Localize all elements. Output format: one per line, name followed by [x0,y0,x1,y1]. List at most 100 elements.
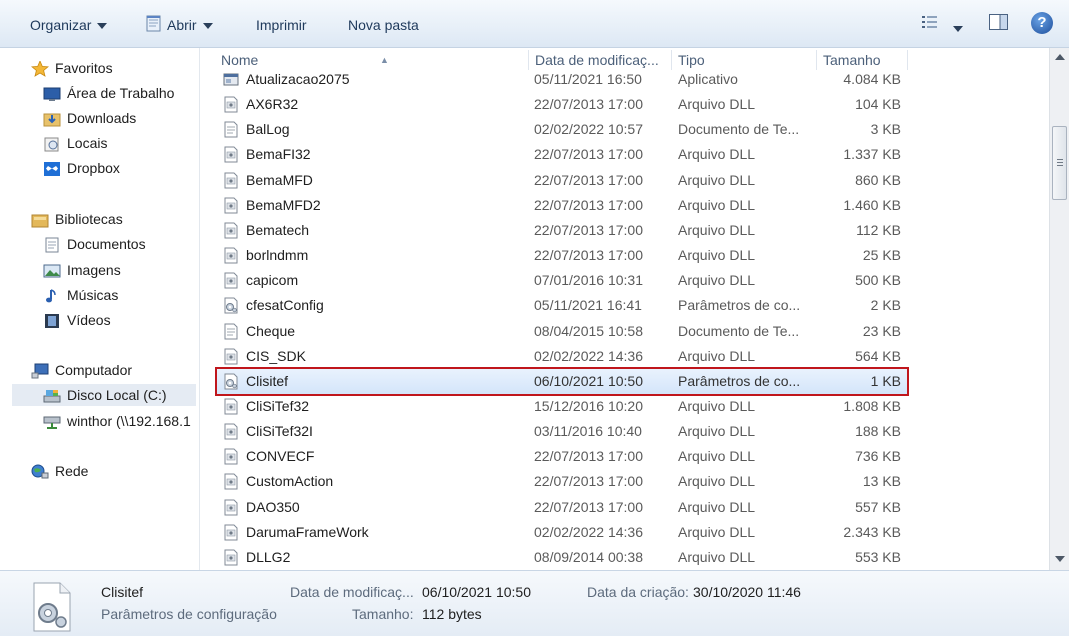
preview-pane-button[interactable] [988,12,1010,35]
file-type: Documento de Te... [678,121,800,137]
nav-item-label: Downloads [67,110,137,126]
details-modified-value: 06/10/2021 10:50 [422,584,531,600]
file-name: Cheque [246,323,296,339]
chevron-down-icon [97,23,108,30]
help-glyph: ? [1037,14,1047,31]
file-size: 557 KB [855,499,901,515]
file-row-selected[interactable]: Clisitef 06/10/2021 10:50 Parâmetros de co… [215,367,909,396]
nav-item-music[interactable]: Músicas [43,284,118,306]
nav-item-images[interactable]: Imagens [43,259,121,281]
file-name: capicom [246,272,299,288]
file-row[interactable]: Bematech 22/07/2013 17:00 Arquivo DLL 112 K… [217,218,907,243]
images-icon [43,263,61,279]
file-row[interactable]: Cheque 08/04/2015 10:58 Documento de Te...… [217,319,907,344]
nav-item-label: winthor (\\192.168.1 [67,413,191,429]
config-icon [223,373,239,390]
file-modified: 08/04/2015 10:58 [534,323,643,339]
nav-item-downloads[interactable]: Downloads [43,107,136,129]
details-created-label: Data da criação: [587,584,689,600]
vertical-scrollbar[interactable] [1049,48,1069,570]
file-type: Arquivo DLL [678,423,756,439]
file-modified: 22/07/2013 17:00 [534,448,643,464]
nav-item-label: Locais [67,135,108,151]
nav-network[interactable]: Rede [31,460,88,482]
text-icon [223,323,239,340]
scroll-up-arrow-icon[interactable] [1055,54,1065,60]
help-icon[interactable]: ? [1031,12,1053,34]
grip-line [1057,162,1063,163]
downloads-folder-icon [43,111,61,127]
view-dropdown-button[interactable] [953,20,963,35]
nav-item-local-disk[interactable]: Disco Local (C:) [12,384,196,406]
dll-icon [223,524,239,541]
nav-item-dropbox[interactable]: Dropbox [43,157,120,179]
column-divider[interactable] [907,50,908,70]
nav-favorites[interactable]: Favoritos [31,57,113,79]
nav-item-recent-places[interactable]: Locais [43,132,107,154]
file-size: 3 KB [870,121,901,137]
file-row[interactable]: DarumaFrameWork 02/02/2022 14:36 Arquivo D… [217,520,907,545]
file-size: 23 KB [862,323,901,339]
file-modified: 07/01/2016 10:31 [534,272,643,288]
file-name: Clisitef [246,373,289,389]
organize-label: Organizar [30,17,92,33]
dll-icon [223,172,239,189]
file-type: Arquivo DLL [678,172,756,188]
file-row[interactable]: DLLG2 08/09/2014 00:38 Arquivo DLL 553 KB [217,545,907,570]
nav-item-documents[interactable]: Documentos [43,233,146,255]
file-name: BemaMFD2 [246,197,321,213]
file-type: Arquivo DLL [678,222,756,238]
column-header-label: Data de modificaç... [535,52,659,68]
new-folder-button[interactable]: Nova pasta [348,14,419,36]
open-label: Abrir [167,17,197,33]
open-button[interactable]: Abrir [145,14,213,36]
notepad-icon [145,15,162,38]
music-icon [43,288,61,304]
details-view-icon [921,16,943,35]
file-row[interactable]: CliSiTef32 15/12/2016 10:20 Arquivo DLL 1.8… [217,394,907,419]
details-modified-label: Data de modificaç... [290,584,414,600]
nav-item-videos[interactable]: Vídeos [43,309,111,331]
file-row[interactable]: borlndmm 22/07/2013 17:00 Arquivo DLL 25 KB [217,243,907,268]
nav-item-label: Músicas [67,287,119,303]
nav-computer[interactable]: Computador [31,359,132,381]
file-row[interactable]: BemaMFD 22/07/2013 17:00 Arquivo DLL 860 KB [217,168,907,193]
nav-item-network-drive[interactable]: winthor (\\192.168.1 [43,410,197,432]
file-size: 104 KB [855,96,901,112]
file-size: 13 KB [862,473,901,489]
file-row[interactable]: BemaFI32 22/07/2013 17:00 Arquivo DLL 1.337… [217,142,907,167]
file-row[interactable]: CustomAction 22/07/2013 17:00 Arquivo DLL 1… [217,469,907,494]
star-icon [31,60,50,78]
file-row[interactable]: Atualizacao2075 05/11/2021 16:50 Aplicativ… [217,67,907,92]
file-name: borlndmm [246,247,309,263]
scrollbar-thumb[interactable] [1052,126,1067,200]
file-row[interactable]: capicom 07/01/2016 10:31 Arquivo DLL 500 KB [217,268,907,293]
view-options-button[interactable] [921,12,943,35]
scroll-down-arrow-icon[interactable] [1055,556,1065,562]
file-type: Aplicativo [678,71,738,87]
file-list: Nome ▲ Data de modificaç... Tipo Tamanho… [201,48,1049,570]
nav-item-desktop[interactable]: Área de Trabalho [43,82,174,104]
file-row[interactable]: CIS_SDK 02/02/2022 14:36 Arquivo DLL 564 KB [217,344,907,369]
dll-icon [223,272,239,289]
file-size: 2 KB [870,297,901,313]
file-row[interactable]: AX6R32 22/07/2013 17:00 Arquivo DLL 104 KB [217,92,907,117]
file-row[interactable]: cfesatConfig 05/11/2021 16:41 Parâmetros d… [217,293,907,318]
file-modified: 08/09/2014 00:38 [534,549,643,565]
file-size: 553 KB [855,549,901,565]
file-type: Documento de Te... [678,323,800,339]
print-button[interactable]: Imprimir [256,14,307,36]
file-row[interactable]: CONVECF 22/07/2013 17:00 Arquivo DLL 736 KB [217,444,907,469]
new-folder-label: Nova pasta [348,17,419,33]
file-row[interactable]: CliSiTef32I 03/11/2016 10:40 Arquivo DLL 18… [217,419,907,444]
network-icon [31,464,49,480]
dll-icon [223,222,239,239]
file-type: Arquivo DLL [678,146,756,162]
file-name: Atualizacao2075 [246,71,350,87]
file-row[interactable]: BemaMFD2 22/07/2013 17:00 Arquivo DLL 1.460… [217,193,907,218]
organize-button[interactable]: Organizar [30,14,108,36]
nav-libraries[interactable]: Bibliotecas [31,208,123,230]
file-row[interactable]: DAO350 22/07/2013 17:00 Arquivo DLL 557 KB [217,495,907,520]
column-header-label: Tipo [678,52,705,68]
file-row[interactable]: BalLog 02/02/2022 10:57 Documento de Te...… [217,117,907,142]
